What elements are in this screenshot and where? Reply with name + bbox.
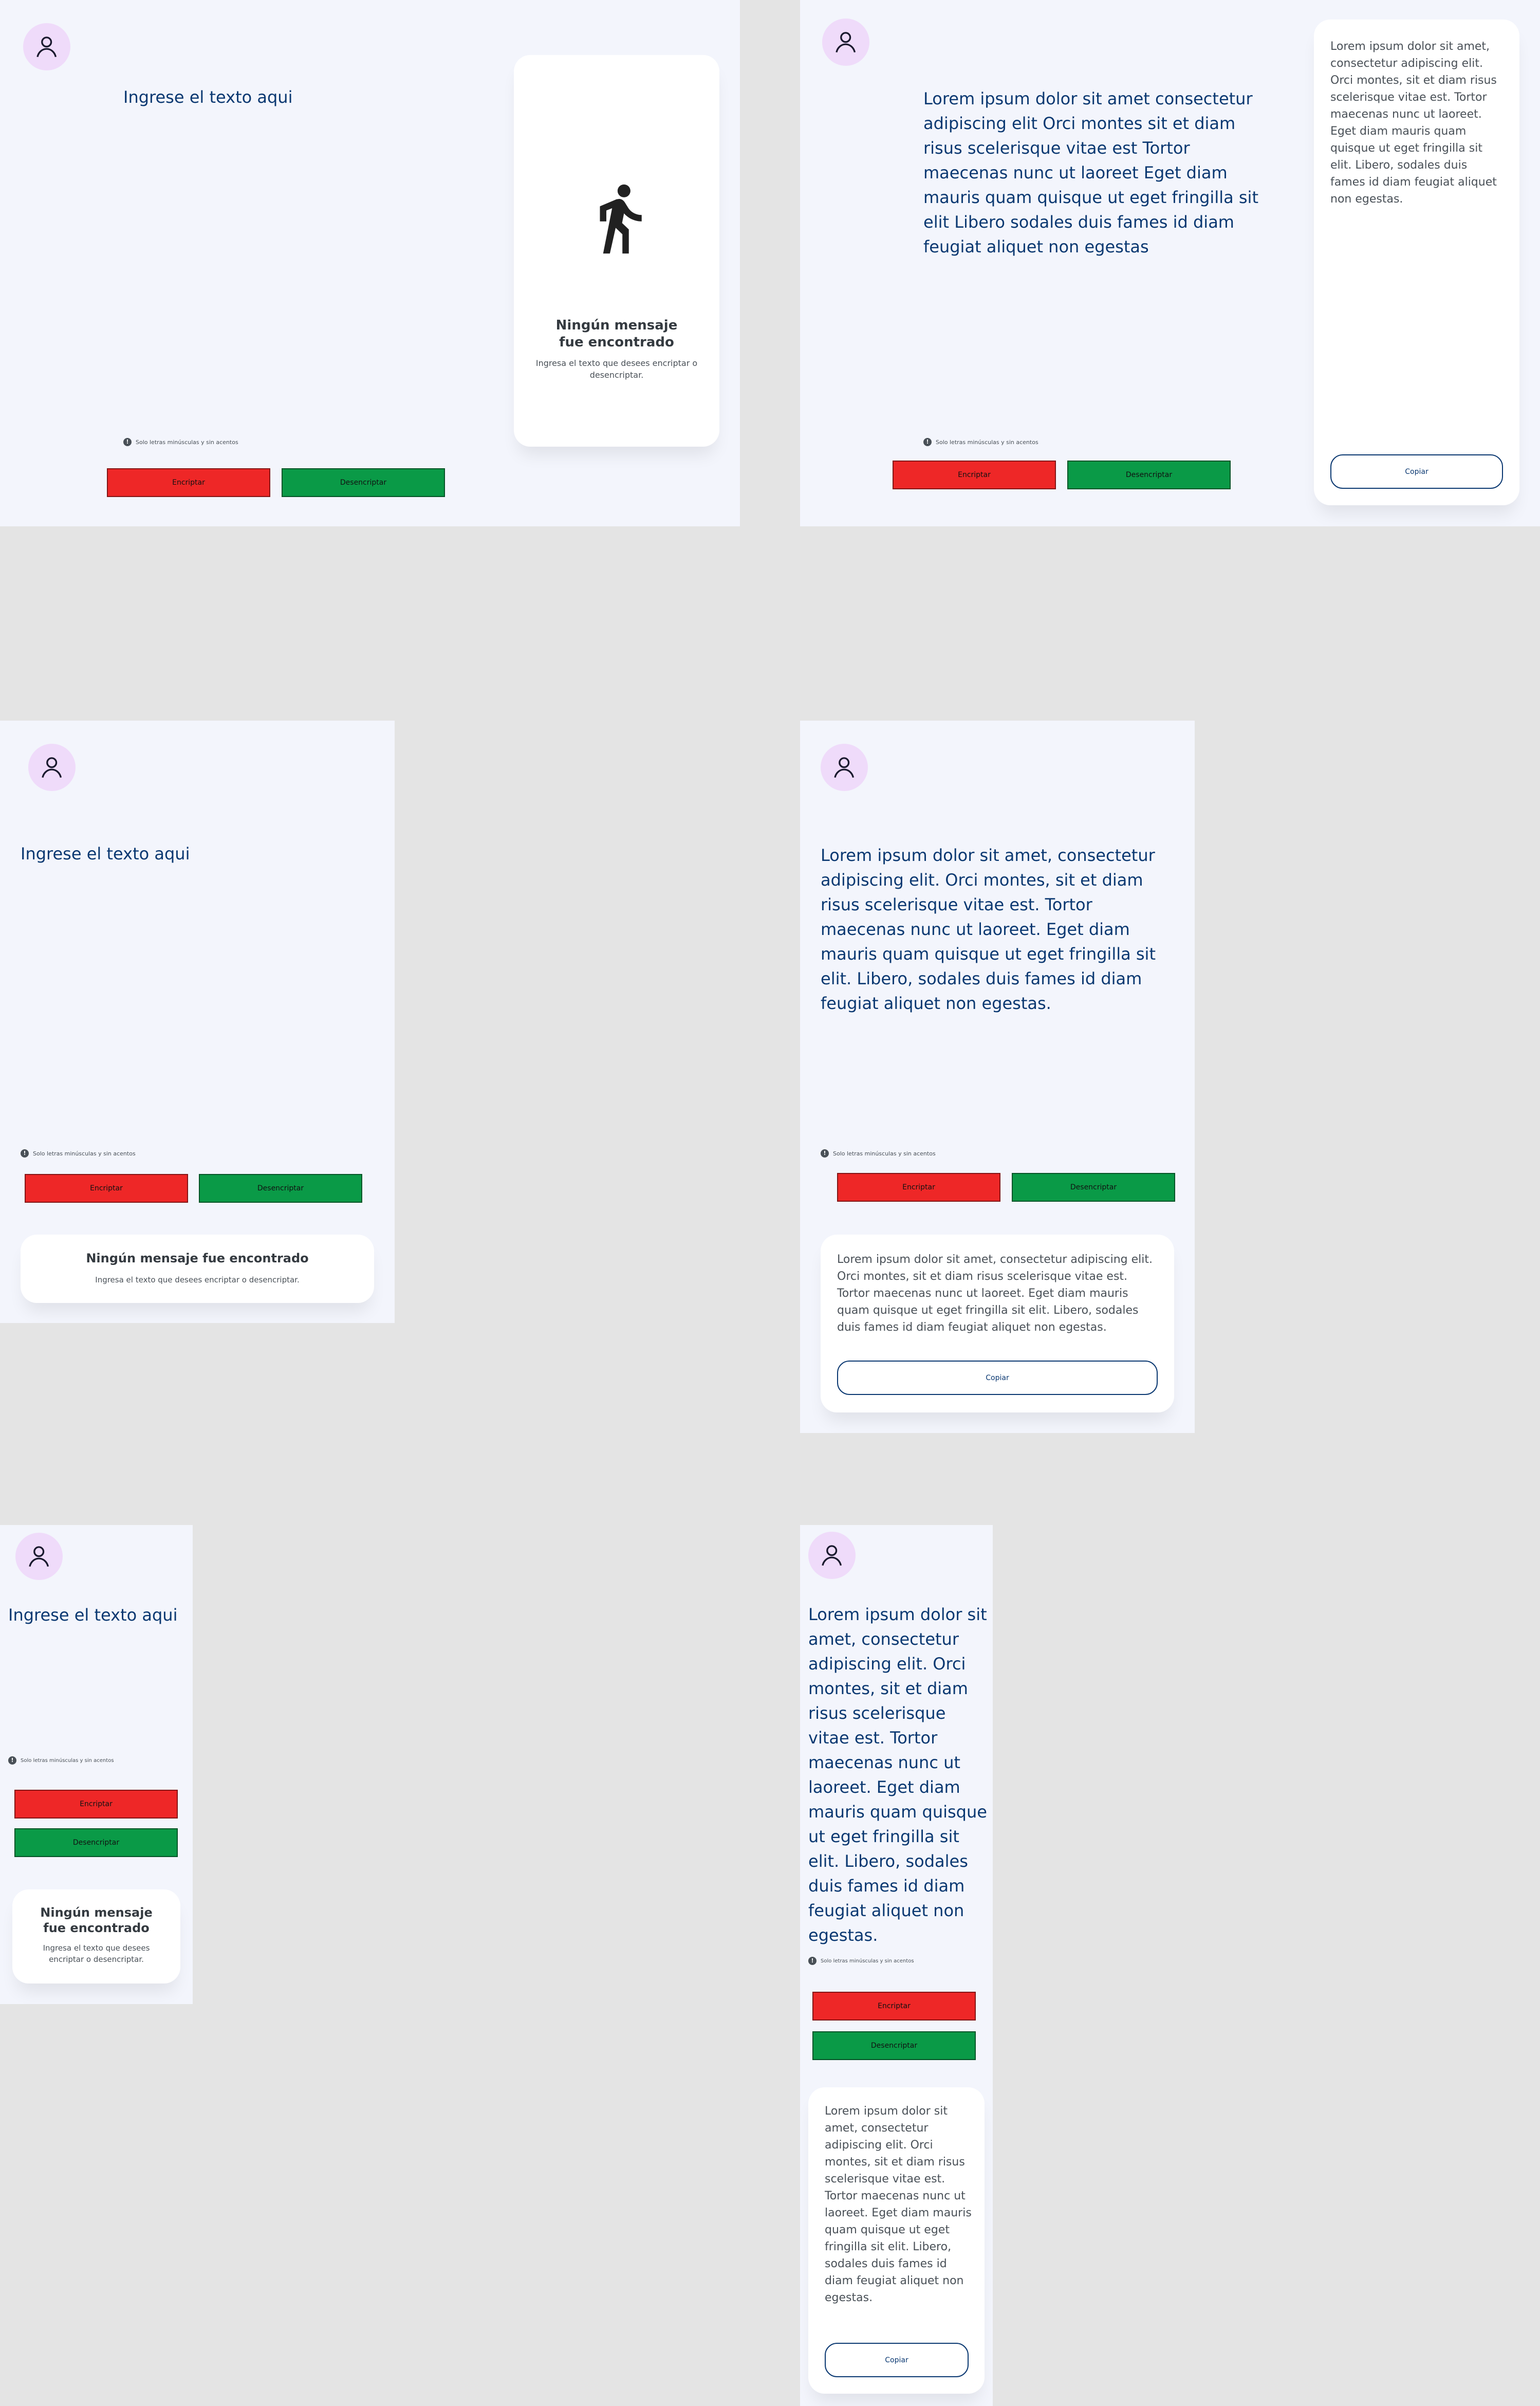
copy-button[interactable]: Copiar <box>837 1361 1158 1395</box>
hint: ! Solo letras minúsculas y sin acentos <box>8 1756 114 1765</box>
info-icon: ! <box>123 438 132 446</box>
user-avatar-icon <box>836 32 856 53</box>
hint-text: Solo letras minúsculas y sin acentos <box>821 1958 914 1964</box>
user-avatar-icon <box>822 1545 842 1566</box>
hint: ! Solo letras minúsculas y sin acentos <box>808 1957 914 1965</box>
output-text: Lorem ipsum dolor sit amet, consectetur … <box>825 2105 972 2304</box>
hint: ! Solo letras minúsculas y sin acentos <box>923 438 1038 446</box>
output-panel: Ningún mensaje fue encontrado Ingresa el… <box>514 55 719 447</box>
encrypt-button[interactable]: Encriptar <box>812 1992 976 2021</box>
info-icon: ! <box>808 1957 817 1965</box>
text-input[interactable]: Lorem ipsum dolor sit amet, consectetur … <box>808 1602 988 1948</box>
walking-person-icon <box>600 184 642 254</box>
user-avatar[interactable] <box>821 744 868 791</box>
encrypt-button[interactable]: Encriptar <box>25 1174 188 1203</box>
user-avatar[interactable] <box>808 1532 856 1579</box>
encrypt-button[interactable]: Encriptar <box>837 1173 1000 1202</box>
output-text: Lorem ipsum dolor sit amet, consectetur … <box>837 1253 1153 1334</box>
output-panel: Lorem ipsum dolor sit amet, consectetur … <box>1314 20 1519 505</box>
decrypt-button[interactable]: Desencriptar <box>14 1828 178 1857</box>
hint-text: Solo letras minúsculas y sin acentos <box>833 1150 936 1157</box>
info-icon: ! <box>923 438 932 446</box>
decrypt-button[interactable]: Desencriptar <box>1012 1173 1175 1202</box>
hint: ! Solo letras minúsculas y sin acentos <box>821 1149 936 1158</box>
copy-button[interactable]: Copiar <box>825 2343 969 2377</box>
empty-title: Ningún mensaje fue encontrado <box>86 1251 309 1265</box>
hint-text: Solo letras minúsculas y sin acentos <box>33 1150 136 1157</box>
user-avatar[interactable] <box>15 1533 63 1580</box>
empty-subtitle: Ingresa el texto que desees encriptar o … <box>43 1943 150 1964</box>
user-avatar-icon <box>42 757 62 778</box>
hint: ! Solo letras minúsculas y sin acentos <box>21 1149 136 1158</box>
text-input[interactable]: Ingrese el texto aqui <box>8 1605 177 1625</box>
desktop-message-frame: Lorem ipsum dolor sit amet consectetur a… <box>800 0 1540 526</box>
user-avatar-icon <box>36 36 57 58</box>
copy-button[interactable]: Copiar <box>1330 454 1503 489</box>
encrypt-button[interactable]: Encriptar <box>107 468 270 497</box>
hint-text: Solo letras minúsculas y sin acentos <box>136 438 238 446</box>
output-panel: Ningún mensaje fue encontrado Ingresa el… <box>12 1889 180 1983</box>
user-avatar-icon <box>29 1546 49 1567</box>
decrypt-button[interactable]: Desencriptar <box>1067 461 1231 489</box>
text-input[interactable]: Ingrese el texto aqui <box>123 87 292 107</box>
mobile-empty-frame: Ingrese el texto aqui ! Solo letras minús… <box>0 1525 193 2004</box>
empty-subtitle: Ingresa el texto que desees encriptar o … <box>95 1275 300 1284</box>
encrypt-button[interactable]: Encriptar <box>893 461 1056 489</box>
user-avatar[interactable] <box>28 744 76 791</box>
desktop-empty-frame: Ingrese el texto aqui ! Solo letras minús… <box>0 0 740 526</box>
user-avatar-icon <box>834 757 855 778</box>
encrypt-button[interactable]: Encriptar <box>14 1790 178 1819</box>
empty-subtitle: Ingresa el texto que desees encriptar o … <box>535 358 698 380</box>
info-icon: ! <box>8 1756 16 1765</box>
decrypt-button[interactable]: Desencriptar <box>812 2031 976 2060</box>
empty-title: Ningún mensaje fue encontrado <box>40 1905 153 1935</box>
tablet-empty-frame: Ingrese el texto aqui ! Solo letras minús… <box>0 721 395 1323</box>
text-input[interactable]: Ingrese el texto aqui <box>21 844 190 864</box>
mobile-message-frame: Lorem ipsum dolor sit amet, consectetur … <box>800 1525 993 2406</box>
hint-text: Solo letras minúsculas y sin acentos <box>21 1757 114 1764</box>
decrypt-button[interactable]: Desencriptar <box>282 468 445 497</box>
info-icon: ! <box>821 1149 829 1158</box>
text-input[interactable]: Lorem ipsum dolor sit amet, consectetur … <box>821 843 1180 1016</box>
decrypt-button[interactable]: Desencriptar <box>199 1174 362 1203</box>
hint: ! Solo letras minúsculas y sin acentos <box>123 438 238 446</box>
text-input[interactable]: Lorem ipsum dolor sit amet consectetur a… <box>923 86 1278 259</box>
output-panel: Lorem ipsum dolor sit amet, consectetur … <box>808 2087 985 2394</box>
output-text: Lorem ipsum dolor sit amet, consectetur … <box>1330 40 1497 206</box>
hint-text: Solo letras minúsculas y sin acentos <box>936 438 1038 446</box>
info-icon: ! <box>21 1149 29 1158</box>
output-panel: Ningún mensaje fue encontrado Ingresa el… <box>21 1235 374 1303</box>
empty-title: Ningún mensaje fue encontrado <box>555 318 678 350</box>
output-panel: Lorem ipsum dolor sit amet, consectetur … <box>821 1235 1174 1412</box>
user-avatar[interactable] <box>822 19 869 66</box>
tablet-message-frame: Lorem ipsum dolor sit amet, consectetur … <box>800 721 1195 1433</box>
user-avatar[interactable] <box>23 23 70 70</box>
